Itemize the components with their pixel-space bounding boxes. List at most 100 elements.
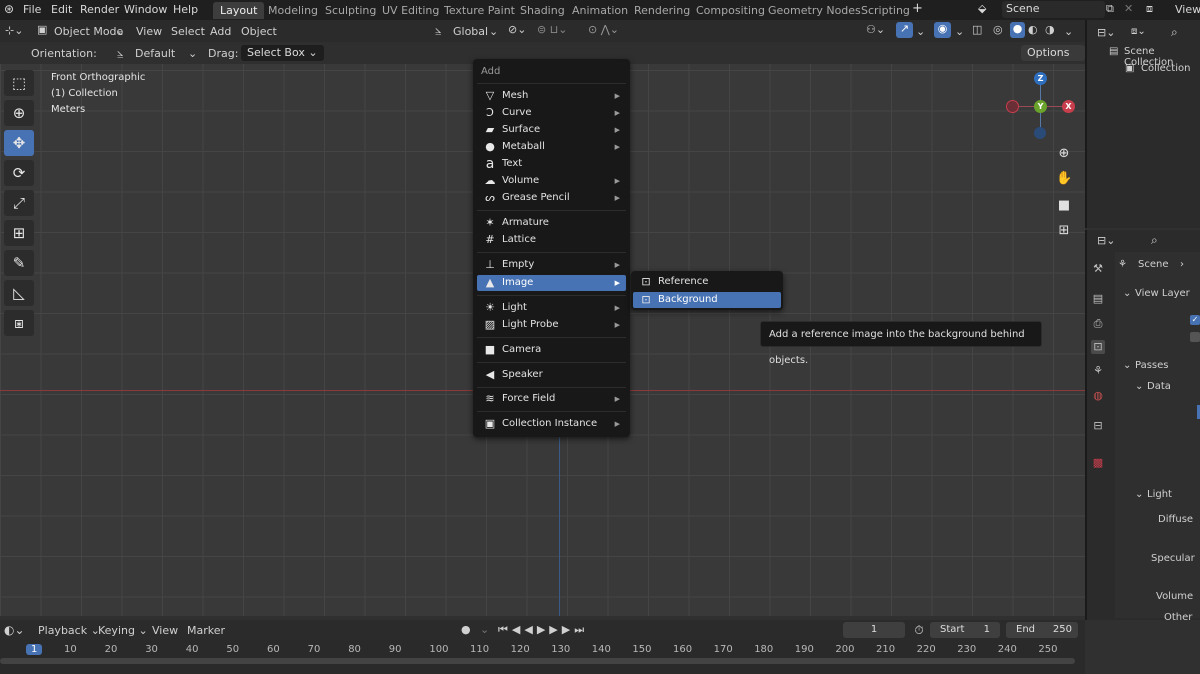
tab-uv-editing[interactable]: UV Editing xyxy=(375,2,446,19)
gizmo-y-axis[interactable]: Y xyxy=(1034,100,1047,113)
menu-item-force-field[interactable]: ≋ Force Field ▶ xyxy=(477,391,626,407)
view-layer-checkbox-2[interactable] xyxy=(1190,332,1200,342)
menu-item-empty[interactable]: ⊥ Empty ▶ xyxy=(477,257,626,273)
drag-dropdown[interactable]: Select Box ⌄ xyxy=(241,45,324,61)
menu-edit[interactable]: Edit xyxy=(51,3,72,16)
stopwatch-icon[interactable]: ⏱ xyxy=(910,622,928,638)
scale-tool-icon[interactable]: ⤢ xyxy=(4,190,34,216)
visibility-icon[interactable]: ⚇⌄ xyxy=(866,23,885,36)
tab-modeling[interactable]: Modeling xyxy=(261,2,325,19)
collection-properties-tab-icon[interactable]: ⊟ xyxy=(1091,419,1105,433)
scene-breadcrumb[interactable]: Scene xyxy=(1138,259,1169,270)
snap-icon[interactable]: ⊜ ⊔⌄ xyxy=(537,23,568,36)
properties-editor-type-icon[interactable]: ⊟⌄ xyxy=(1097,234,1115,247)
menu-item-armature[interactable]: ✶ Armature xyxy=(477,215,626,231)
add-workspace-icon[interactable]: + xyxy=(912,1,923,16)
properties-search-icon[interactable]: ⌕ xyxy=(1151,233,1158,248)
gizmo-neg-x-axis[interactable] xyxy=(1006,100,1019,113)
menu-item-speaker[interactable]: ◀ Speaker xyxy=(477,367,626,383)
menu-item-light-probe[interactable]: ▨ Light Probe ▶ xyxy=(477,317,626,333)
data-expand-icon[interactable]: ⌄ xyxy=(1135,381,1143,392)
texture-properties-tab-icon[interactable]: ▩ xyxy=(1091,456,1105,470)
tab-geometry-nodes[interactable]: Geometry Nodes xyxy=(761,2,868,19)
menu-object[interactable]: Object xyxy=(241,25,277,38)
overlay-chevron-icon[interactable]: ⌄ xyxy=(955,25,964,38)
gizmo-neg-z-axis[interactable] xyxy=(1034,127,1046,139)
editor-type-icon[interactable]: ⊹⌄ xyxy=(5,24,23,37)
tab-texture-paint[interactable]: Texture Paint xyxy=(437,2,522,19)
menu-item-surface[interactable]: ▰ Surface ▶ xyxy=(477,122,626,138)
outliner-search-icon[interactable]: ⌕ xyxy=(1171,25,1178,40)
tab-compositing[interactable]: Compositing xyxy=(689,2,772,19)
menu-select[interactable]: Select xyxy=(171,25,205,38)
ortho-grid-icon[interactable]: ⊞ xyxy=(1056,223,1072,239)
scene-properties-tab-icon[interactable]: ⚘ xyxy=(1091,364,1105,378)
menu-item-camera[interactable]: ■ Camera xyxy=(477,342,626,358)
menu-file[interactable]: File xyxy=(23,3,41,16)
output-properties-tab-icon[interactable]: ⎙ xyxy=(1091,317,1105,331)
solid-shading-icon[interactable]: ● xyxy=(1010,22,1025,38)
wireframe-shading-icon[interactable]: ◎ xyxy=(993,23,1003,36)
view-layer-section[interactable]: View Layer xyxy=(1135,288,1190,299)
zoom-icon[interactable]: ⊕ xyxy=(1056,146,1072,162)
orientation-dropdown[interactable]: Default xyxy=(135,47,175,60)
mode-selector[interactable]: Object Mode xyxy=(54,25,123,38)
rotate-tool-icon[interactable]: ⟳ xyxy=(4,160,34,186)
view-layer-checkbox[interactable]: ✓ xyxy=(1190,315,1200,325)
scene-icon[interactable]: ⬙ xyxy=(978,2,986,15)
rendered-shading-icon[interactable]: ◑ xyxy=(1045,23,1055,36)
render-properties-tab-icon[interactable]: ▤ xyxy=(1091,292,1105,306)
menu-add[interactable]: Add xyxy=(210,25,231,38)
light-subsection[interactable]: Light xyxy=(1147,489,1172,500)
blender-logo-icon[interactable]: ⊛ xyxy=(4,2,14,16)
menu-item-light[interactable]: ☀ Light ▶ xyxy=(477,300,626,316)
overlay-toggle-icon[interactable]: ◉ xyxy=(934,22,951,38)
options-dropdown[interactable]: Options ⌄ xyxy=(1021,45,1085,75)
timeline-scrollbar[interactable] xyxy=(0,658,1075,664)
outliner-editor-type-icon[interactable]: ⊟⌄ xyxy=(1097,26,1115,39)
menu-render[interactable]: Render xyxy=(80,3,119,16)
menu-window[interactable]: Window xyxy=(124,3,167,16)
pivot-icon[interactable]: ⊘⌄ xyxy=(508,23,526,36)
start-frame-field[interactable]: Start 1 xyxy=(930,622,1000,638)
tab-layout[interactable]: Layout xyxy=(213,2,265,19)
xray-icon[interactable]: ◫ xyxy=(972,23,982,36)
delete-scene-icon[interactable]: ✕ xyxy=(1124,2,1133,15)
submenu-item-reference[interactable]: ⊡ Reference xyxy=(633,274,781,290)
menu-item-mesh[interactable]: ▽ Mesh ▶ xyxy=(477,88,626,104)
new-scene-icon[interactable]: ⧉ xyxy=(1106,2,1114,16)
view-layer-selector[interactable]: View xyxy=(1175,3,1200,16)
record-icon[interactable]: ● xyxy=(461,623,471,636)
current-frame-field[interactable]: 1 xyxy=(843,622,905,638)
annotate-tool-icon[interactable]: ✎ xyxy=(4,250,34,276)
gizmo-chevron-icon[interactable]: ⌄ xyxy=(916,25,925,38)
submenu-item-background[interactable]: ⊡ Background xyxy=(633,292,781,308)
passes-section[interactable]: Passes xyxy=(1135,360,1169,371)
view-layer-properties-tab-icon[interactable]: ⊡ xyxy=(1091,340,1105,354)
menu-item-volume[interactable]: ☁ Volume ▶ xyxy=(477,173,626,189)
cursor-tool-icon[interactable]: ⊕ xyxy=(4,100,34,126)
world-properties-tab-icon[interactable]: ◍ xyxy=(1091,389,1105,403)
material-shading-icon[interactable]: ◐ xyxy=(1028,23,1038,36)
outliner-display-mode-icon[interactable]: ⧈⌄ xyxy=(1131,26,1146,37)
camera-view-icon[interactable]: ■ xyxy=(1056,198,1072,214)
menu-item-lattice[interactable]: # Lattice xyxy=(477,232,626,248)
menu-marker[interactable]: Marker xyxy=(187,624,225,637)
menu-item-text[interactable]: a Text xyxy=(477,156,626,172)
shading-chevron-icon[interactable]: ⌄ xyxy=(1064,25,1073,38)
menu-item-grease-pencil[interactable]: ᔕ Grease Pencil ▶ xyxy=(477,190,626,206)
gizmo-x-axis[interactable]: X xyxy=(1062,100,1075,113)
data-subsection[interactable]: Data xyxy=(1147,381,1171,392)
transform-tool-icon[interactable]: ⊞ xyxy=(4,220,34,246)
transform-orientation-selector[interactable]: Global xyxy=(453,25,488,38)
scene-selector[interactable]: Scene xyxy=(1002,1,1105,18)
measure-tool-icon[interactable]: ◺ xyxy=(4,280,34,306)
menu-item-collection-instance[interactable]: ▣ Collection Instance ▶ xyxy=(477,416,626,432)
proportional-edit-icon[interactable]: ⊙ ⋀⌄ xyxy=(588,23,619,36)
view-layer-icon[interactable]: ⧈ xyxy=(1146,2,1153,16)
tab-shading[interactable]: Shading xyxy=(513,2,572,19)
playback-controls-icon[interactable]: ⏮◀◀▶▶▶⏭ xyxy=(498,623,588,637)
tab-animation[interactable]: Animation xyxy=(565,2,635,19)
view-layer-expand-icon[interactable]: ⌄ xyxy=(1123,288,1131,299)
menu-view[interactable]: View xyxy=(136,25,162,38)
